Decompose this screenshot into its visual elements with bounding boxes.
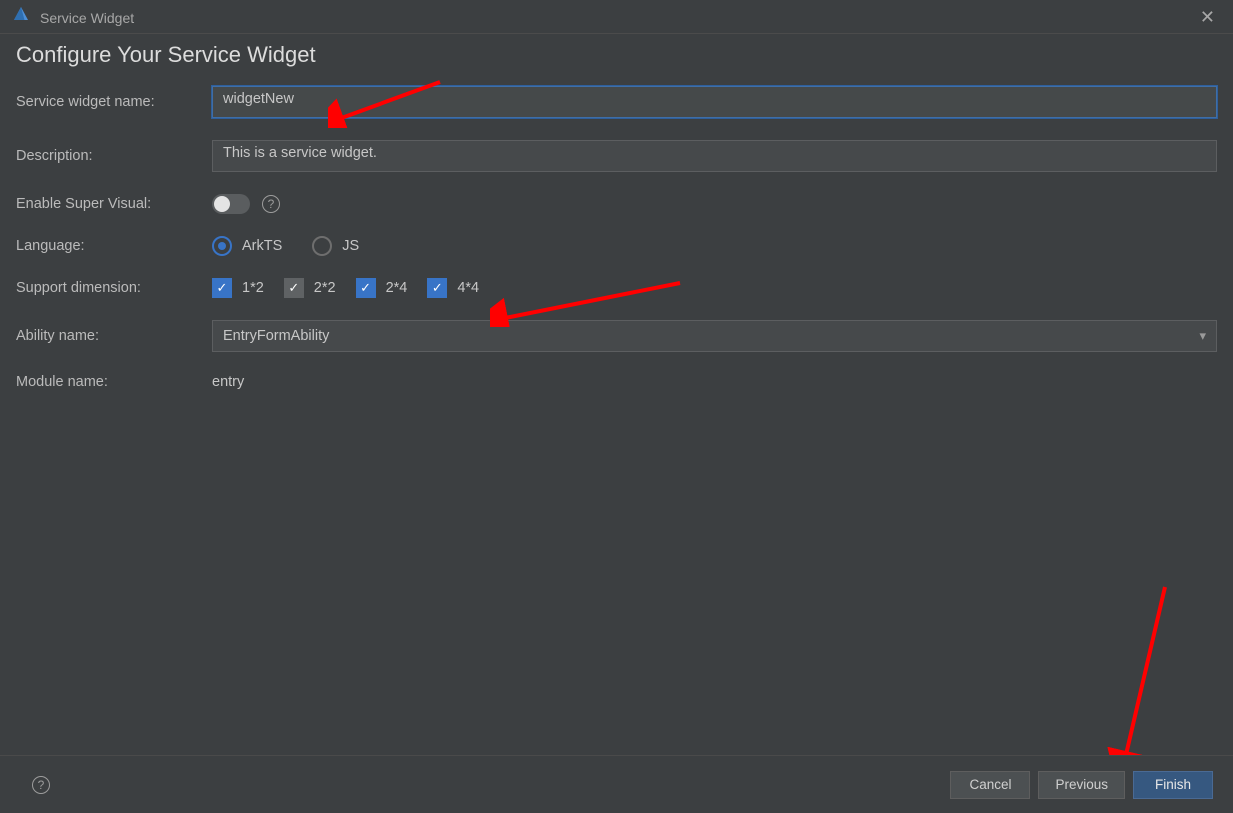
finish-button[interactable]: Finish: [1133, 771, 1213, 799]
cancel-button[interactable]: Cancel: [950, 771, 1030, 799]
content: Configure Your Service Widget Service wi…: [0, 34, 1233, 755]
ability-label: Ability name:: [16, 328, 212, 344]
description-input[interactable]: This is a service widget.: [212, 140, 1217, 172]
check-2x2: ✓ 2*2: [284, 278, 336, 298]
app-logo-icon: [12, 6, 30, 29]
help-icon[interactable]: ?: [32, 776, 50, 794]
radio-arkts[interactable]: ArkTS: [212, 236, 282, 256]
footer: ? Cancel Previous Finish: [0, 755, 1233, 813]
language-radio-group: ArkTS JS: [212, 236, 359, 256]
check-2x4[interactable]: ✓ 2*4: [356, 278, 408, 298]
chevron-down-icon: ▾: [1199, 328, 1206, 344]
checkbox-label: 2*4: [386, 280, 408, 296]
name-input[interactable]: widgetNew: [212, 86, 1217, 118]
previous-button[interactable]: Previous: [1038, 771, 1125, 799]
radio-js[interactable]: JS: [312, 236, 359, 256]
super-visual-label: Enable Super Visual:: [16, 196, 212, 212]
description-label: Description:: [16, 148, 212, 164]
radio-circle-icon: [312, 236, 332, 256]
checkbox-label: 2*2: [314, 280, 336, 296]
help-icon[interactable]: ?: [262, 195, 280, 213]
close-icon[interactable]: ✕: [1196, 5, 1219, 30]
titlebar-title: Service Widget: [40, 10, 134, 26]
annotation-arrow-icon: [1105, 579, 1175, 755]
module-value: entry: [212, 374, 244, 390]
checkbox-icon: ✓: [212, 278, 232, 298]
name-label: Service widget name:: [16, 94, 212, 110]
ability-value: EntryFormAbility: [223, 328, 329, 344]
page-title: Configure Your Service Widget: [16, 42, 1217, 68]
check-4x4[interactable]: ✓ 4*4: [427, 278, 479, 298]
dimension-check-group: ✓ 1*2 ✓ 2*2 ✓ 2*4 ✓ 4*4: [212, 278, 479, 298]
ability-dropdown[interactable]: EntryFormAbility ▾: [212, 320, 1217, 352]
dimension-label: Support dimension:: [16, 280, 212, 296]
checkbox-label: 1*2: [242, 280, 264, 296]
checkbox-icon: ✓: [356, 278, 376, 298]
toggle-knob: [214, 196, 230, 212]
radio-circle-icon: [212, 236, 232, 256]
titlebar: Service Widget ✕: [0, 0, 1233, 34]
form: Service widget name: widgetNew Descripti…: [16, 86, 1217, 390]
radio-label: JS: [342, 238, 359, 254]
checkbox-icon: ✓: [427, 278, 447, 298]
checkbox-label: 4*4: [457, 280, 479, 296]
super-visual-toggle[interactable]: [212, 194, 250, 214]
language-label: Language:: [16, 238, 212, 254]
module-label: Module name:: [16, 374, 212, 390]
radio-label: ArkTS: [242, 238, 282, 254]
checkbox-icon: ✓: [284, 278, 304, 298]
check-1x2[interactable]: ✓ 1*2: [212, 278, 264, 298]
